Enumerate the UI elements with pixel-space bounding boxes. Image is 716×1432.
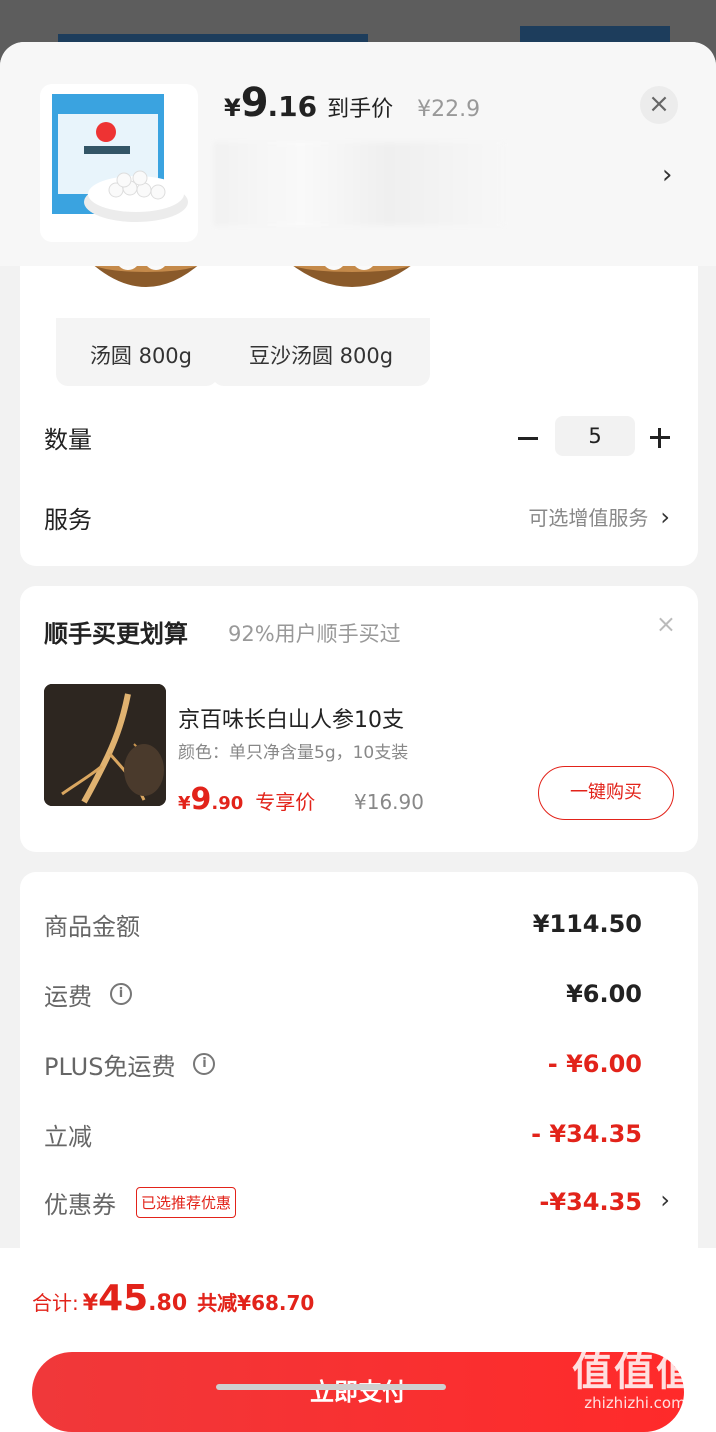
- fee-value: -¥34.35: [539, 1188, 642, 1216]
- total-integer: 45: [98, 1278, 149, 1319]
- sku-bottom-sheet: ¥ 9 .16 到手价 ¥22.9 × › 汤圆 800g 豆沙汤圆 800g …: [0, 42, 716, 1432]
- service-selector[interactable]: 可选增值服务 ›: [528, 502, 670, 531]
- price-decimal: .90: [211, 793, 244, 814]
- variant-label: 汤圆 800g: [89, 344, 192, 368]
- chevron-right-icon[interactable]: ›: [660, 1186, 670, 1214]
- minus-icon[interactable]: [514, 418, 544, 458]
- fee-value: - ¥34.35: [531, 1120, 642, 1148]
- fee-label: 立减: [44, 1122, 92, 1151]
- total-label: 合计:: [32, 1291, 79, 1315]
- info-icon[interactable]: i: [110, 983, 132, 1005]
- currency-symbol: ¥: [224, 94, 241, 122]
- fee-label: PLUS免运费: [44, 1052, 176, 1081]
- fee-label: 运费: [44, 982, 92, 1011]
- recommendation-product-name[interactable]: 京百味长白山人参10支: [178, 702, 404, 734]
- original-price: ¥22.9: [417, 97, 481, 122]
- fee-value: - ¥6.00: [547, 1050, 642, 1078]
- recommendation-original-price: ¥16.90: [354, 790, 424, 814]
- fee-value: ¥6.00: [566, 980, 642, 1008]
- product-thumbnail[interactable]: [40, 84, 198, 242]
- tangyuan-package-image: [52, 94, 188, 222]
- total-decimal: .80: [148, 1291, 188, 1316]
- fee-label: 优惠券: [44, 1190, 116, 1219]
- recommendation-title: 顺手买更划算: [44, 620, 188, 648]
- price-integer: 9: [190, 782, 212, 817]
- recommendation-price: ¥ 9 .90 专享价: [178, 782, 339, 817]
- watermark-url: zhizhizhi.com: [584, 1394, 686, 1412]
- currency-symbol: ¥: [82, 1291, 99, 1316]
- quantity-input[interactable]: 5: [555, 416, 635, 456]
- fee-row-shipping: 运费 i ¥6.00: [44, 974, 642, 1014]
- chevron-right-icon: ›: [660, 502, 670, 531]
- plus-icon[interactable]: [646, 416, 674, 456]
- watermark-logo: 值值值: [572, 1349, 698, 1395]
- recommendation-card: 顺手买更划算 92%用户顺手买过 × 京百味长白山人参10支 颜色：单只净含量5…: [20, 586, 698, 852]
- fee-row-coupon[interactable]: 优惠券 已选推荐优惠 -¥34.35: [44, 1182, 642, 1222]
- recommendation-spec: 颜色：单只净含量5g，10支装: [178, 743, 409, 763]
- currency-symbol: ¥: [178, 793, 191, 814]
- total-row: 合计: ¥ 45 .80 共减¥68.70: [32, 1278, 314, 1319]
- site-watermark: 值值值 zhizhizhi.com: [560, 1350, 710, 1412]
- chevron-right-icon[interactable]: ›: [662, 160, 672, 190]
- coupon-tag: 已选推荐优惠: [136, 1186, 237, 1218]
- ginseng-product-image[interactable]: [44, 684, 166, 806]
- close-button[interactable]: ×: [640, 86, 678, 124]
- price-label: 到手价: [327, 97, 394, 122]
- recommendation-subtitle: 92%用户顺手买过: [228, 622, 401, 646]
- price-integer: 9: [240, 80, 269, 126]
- one-click-buy-button[interactable]: 一键购买: [538, 766, 674, 820]
- service-value: 可选增值服务: [528, 506, 649, 530]
- sheet-header: ¥ 9 .16 到手价 ¥22.9 × ›: [0, 42, 716, 266]
- variant-label: 豆沙汤圆 800g: [248, 344, 394, 368]
- fee-summary-card: 商品金额 ¥114.50 运费 i ¥6.00 PLUS免运费 i - ¥6.0…: [20, 872, 698, 1292]
- fee-value: ¥114.50: [532, 910, 642, 938]
- price-row: ¥ 9 .16 到手价 ¥22.9: [224, 80, 480, 126]
- fee-label: 商品金额: [44, 912, 140, 941]
- home-indicator[interactable]: [216, 1384, 446, 1390]
- fee-row-instant-discount: 立减 - ¥34.35: [44, 1114, 642, 1154]
- total-discount: 共减¥68.70: [197, 1291, 315, 1315]
- info-icon[interactable]: i: [193, 1053, 216, 1075]
- blurred-selection-text: [214, 142, 504, 226]
- quantity-label: 数量: [44, 426, 92, 454]
- close-icon[interactable]: ×: [656, 610, 676, 638]
- price-decimal: .16: [267, 90, 318, 123]
- fee-row-goods: 商品金额 ¥114.50: [44, 904, 642, 944]
- service-label: 服务: [44, 506, 92, 534]
- exclusive-price-tag: 专享价: [255, 790, 316, 814]
- fee-row-plus-free-shipping: PLUS免运费 i - ¥6.00: [44, 1044, 642, 1084]
